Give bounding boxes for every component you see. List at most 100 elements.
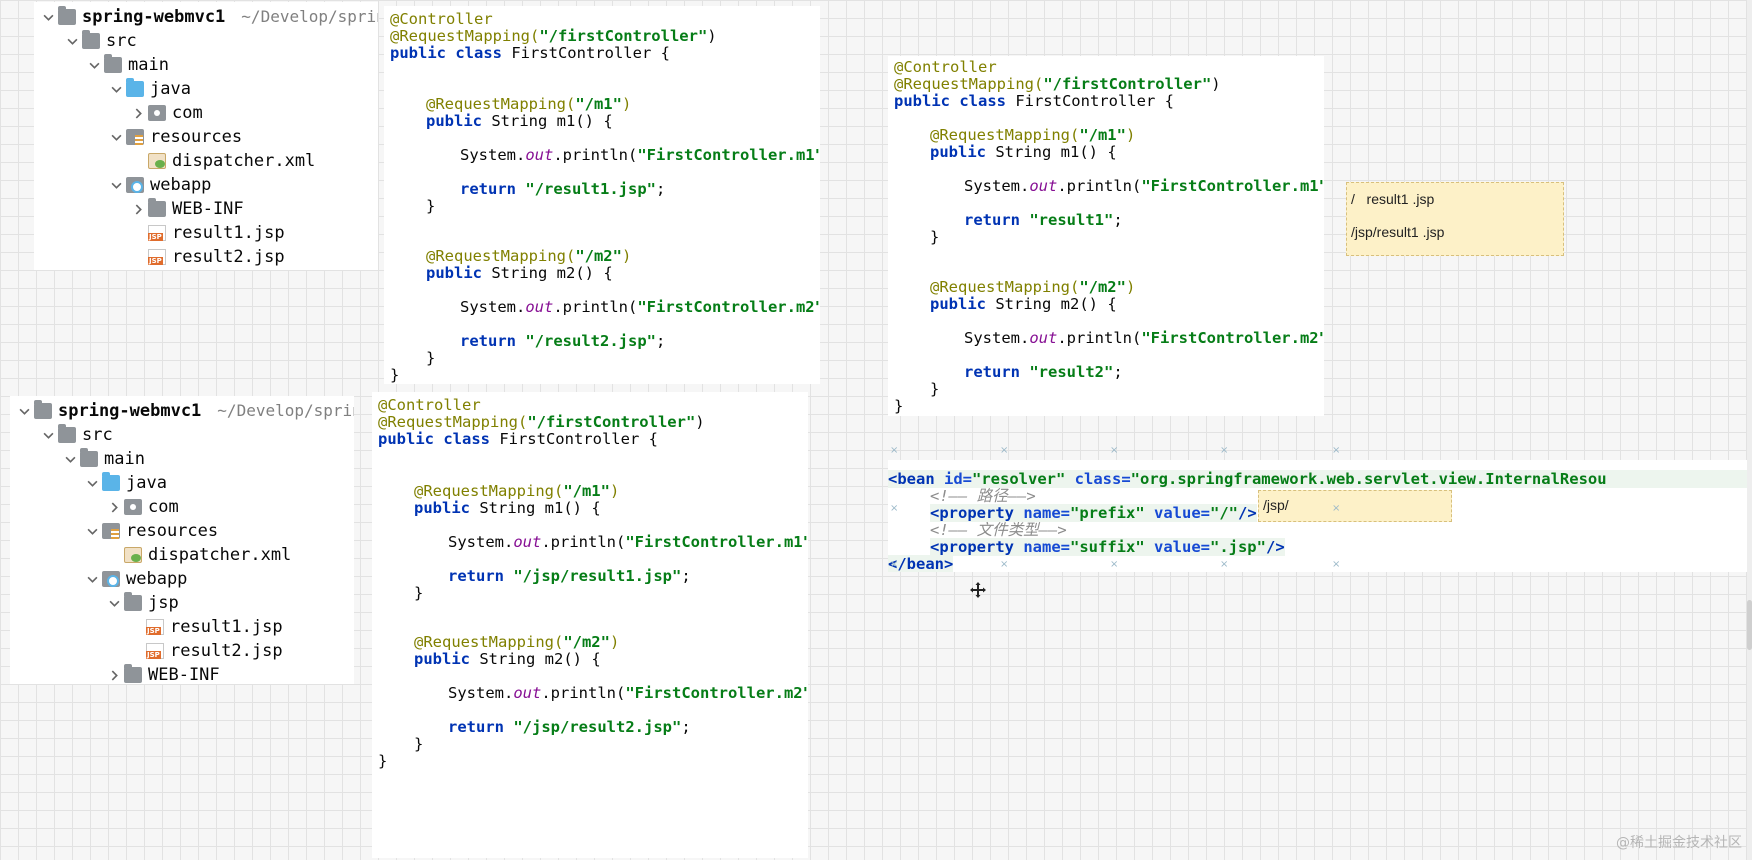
tree-node-java[interactable]: java — [106, 76, 191, 102]
code-line: return "result2"; — [964, 363, 1123, 381]
xml-line: <property name="prefix" value="/"/> — [930, 504, 1257, 522]
scrollbar-thumb[interactable] — [1747, 600, 1752, 650]
xml-line: <!—— 路径——> — [930, 487, 1036, 505]
tree-node-resources[interactable]: resources — [106, 124, 242, 150]
tree-label: WEB-INF — [172, 199, 244, 219]
chevron-down-icon[interactable] — [82, 470, 102, 496]
tree-node-project[interactable]: spring-webmvc1 ~/Develop/springs — [14, 398, 354, 424]
chevron-down-icon[interactable] — [14, 398, 34, 424]
tree-node-webapp[interactable]: webapp — [106, 172, 211, 198]
tree-label: result2.jsp — [172, 247, 285, 267]
resources-folder-icon — [102, 523, 120, 539]
chevron-down-icon[interactable] — [38, 422, 58, 448]
jsp-file-icon — [148, 225, 166, 241]
code-line: System.out.println("FirstController.m2")… — [448, 684, 808, 702]
folder-icon — [82, 30, 100, 49]
chevron-down-icon[interactable] — [82, 566, 102, 592]
code-line: @RequestMapping("/m1") — [426, 95, 632, 113]
code-line: } — [414, 584, 424, 602]
folder-icon — [148, 198, 166, 217]
module-folder-icon — [34, 400, 52, 419]
xml-file-icon — [124, 547, 142, 563]
jsp-file-icon — [146, 643, 164, 659]
tree-label: result2.jsp — [170, 641, 283, 661]
code-line: } — [426, 349, 436, 367]
code-line: System.out.println("FirstController.m1")… — [448, 533, 808, 551]
chevron-down-icon[interactable] — [60, 446, 80, 472]
code-line: @Controller — [894, 58, 997, 76]
tree-node-resources[interactable]: resources — [82, 518, 218, 544]
tree-node-dispatcher[interactable]: dispatcher.xml — [104, 542, 291, 568]
source-folder-icon — [126, 78, 144, 97]
code-line: System.out.println("FirstController.m1")… — [964, 177, 1324, 195]
tree-label: jsp — [148, 593, 179, 613]
tree-node-src[interactable]: src — [62, 28, 137, 54]
tree-node-dispatcher[interactable]: dispatcher.xml — [128, 148, 315, 174]
sticky-note-paths[interactable]: / result1 .jsp /jsp/result1 .jsp — [1346, 182, 1564, 256]
chevron-down-icon[interactable] — [82, 518, 102, 544]
chevron-right-icon[interactable] — [104, 662, 124, 684]
project-name: spring-webmvc1 — [58, 401, 202, 421]
chevron-right-icon[interactable] — [128, 100, 148, 126]
tree-node-webinf[interactable]: WEB-INF — [104, 662, 220, 684]
tree-node-webapp[interactable]: webapp — [82, 566, 187, 592]
code-line: @Controller — [390, 10, 493, 28]
code-line: System.out.println("FirstController.m1")… — [460, 146, 820, 164]
vertical-scrollbar[interactable] — [1747, 0, 1752, 860]
module-folder-icon — [58, 6, 76, 25]
code-line: public String m1() { — [414, 499, 601, 517]
code-line: } — [378, 752, 388, 770]
tree-node-src[interactable]: src — [38, 422, 113, 448]
tree-node-java[interactable]: java — [82, 470, 167, 496]
tree-node-project[interactable]: spring-webmvc1 ~/Develop/springs — [38, 4, 378, 30]
code-line: public String m2() { — [426, 264, 613, 282]
chevron-down-icon[interactable] — [38, 4, 58, 30]
resources-folder-icon — [126, 129, 144, 145]
note-line: /jsp/result1 .jsp — [1351, 224, 1445, 240]
code-line: public String m2() { — [414, 650, 601, 668]
code-line: public class FirstController { — [378, 430, 658, 448]
code-line: return "/result1.jsp"; — [460, 180, 666, 198]
tree-node-result1[interactable]: result1.jsp — [126, 614, 283, 640]
code-panel-top: @Controller @RequestMapping("/firstContr… — [384, 6, 820, 384]
package-icon — [148, 105, 166, 121]
tree-node-com[interactable]: com — [104, 494, 179, 520]
tree-label: src — [106, 31, 137, 51]
sticky-note-prefix[interactable]: /jsp/ — [1258, 490, 1452, 522]
tree-label: resources — [126, 521, 219, 541]
chevron-down-icon[interactable] — [106, 124, 126, 150]
code-line: System.out.println("FirstController.m2")… — [460, 298, 820, 316]
code-line: @Controller — [378, 396, 481, 414]
tree-node-main[interactable]: main — [84, 52, 169, 78]
package-icon — [124, 499, 142, 515]
xml-file-icon — [148, 153, 166, 169]
chevron-right-icon[interactable] — [104, 494, 124, 520]
code-line: @RequestMapping("/firstController") — [378, 413, 705, 431]
code-line: return "/jsp/result1.jsp"; — [448, 567, 691, 585]
tree-node-result2[interactable]: result2.jsp — [126, 638, 283, 664]
chevron-right-icon[interactable] — [128, 196, 148, 222]
chevron-down-icon[interactable] — [84, 52, 104, 78]
watermark: @稀土掘金技术社区 — [1616, 835, 1742, 851]
canvas-marker: × — [1332, 559, 1341, 570]
tree-node-jsp[interactable]: jsp — [104, 590, 179, 616]
tree-node-result2[interactable]: result2.jsp — [128, 244, 285, 270]
chevron-down-icon[interactable] — [106, 76, 126, 102]
code-panel-right: @Controller @RequestMapping("/firstContr… — [888, 56, 1324, 416]
tree-node-main[interactable]: main — [60, 446, 145, 472]
tree-label: result1.jsp — [172, 223, 285, 243]
code-line: @RequestMapping("/m2") — [930, 278, 1136, 296]
tree-node-com[interactable]: com — [128, 100, 203, 126]
tree-label: dispatcher.xml — [172, 151, 316, 171]
tree-node-result1[interactable]: result1.jsp — [128, 220, 285, 246]
code-line: System.out.println("FirstController.m2")… — [964, 329, 1324, 347]
tree-label: dispatcher.xml — [148, 545, 292, 565]
canvas-marker: × — [890, 559, 899, 570]
chevron-down-icon[interactable] — [106, 172, 126, 198]
tree-node-webinf[interactable]: WEB-INF — [128, 196, 244, 222]
move-cursor-icon[interactable] — [970, 582, 986, 598]
chevron-down-icon[interactable] — [104, 590, 124, 616]
chevron-down-icon[interactable] — [62, 28, 82, 54]
project-path: ~/Develop/springs — [241, 7, 378, 26]
web-folder-icon — [126, 177, 144, 193]
